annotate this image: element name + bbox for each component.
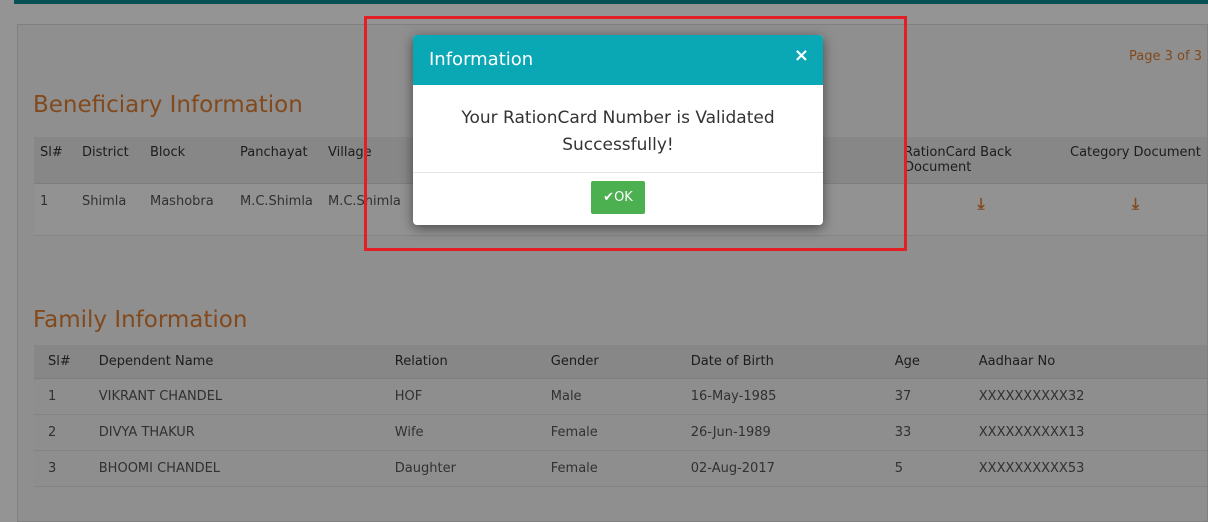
annotation-highlight-box (364, 16, 907, 251)
